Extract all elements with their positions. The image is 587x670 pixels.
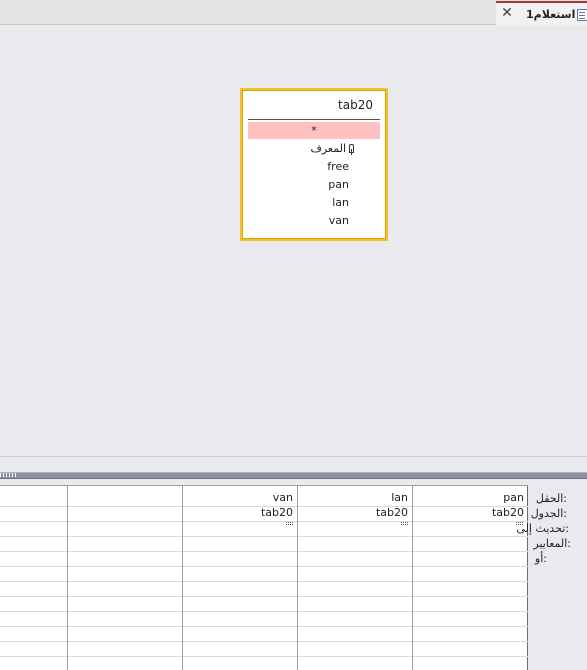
row-label-field: الحقل: — [535, 492, 567, 505]
grid-field-cell[interactable] — [68, 490, 182, 505]
grid-line — [0, 551, 528, 552]
row-label-criteria: المعايير: — [533, 537, 571, 550]
field-all-star[interactable]: * — [248, 122, 380, 139]
field-id[interactable]: المعرف — [248, 140, 380, 157]
field-id-label: المعرف — [310, 142, 346, 155]
grid-line — [0, 566, 528, 567]
row-label-or: أو: — [534, 552, 547, 565]
field-pan[interactable]: pan — [248, 176, 380, 193]
row-label-update-to: تحديث إلى: — [516, 522, 569, 535]
update-indicator-icon[interactable] — [401, 522, 408, 525]
query-tab[interactable]: ✕ استعلام1 — [496, 1, 587, 25]
grid-line — [0, 611, 528, 612]
grid-line — [0, 521, 528, 522]
close-icon[interactable]: ✕ — [500, 6, 514, 20]
grid-column-divider — [67, 485, 68, 670]
grid-line — [0, 656, 528, 657]
grid-line — [0, 536, 528, 537]
row-label-table: الجدول: — [530, 507, 567, 520]
grid-line — [0, 641, 528, 642]
primary-key-icon — [349, 144, 354, 155]
table-name[interactable]: tab20 — [338, 98, 373, 112]
tab-title: استعلام1 — [526, 8, 576, 21]
grid-top-border — [0, 485, 528, 486]
grid-field-cell[interactable] — [0, 490, 67, 505]
query-design-grid[interactable]: pan tab20 lan tab20 van tab20 — [0, 485, 528, 670]
grid-table-cell[interactable]: tab20 — [298, 505, 412, 520]
grid-line — [0, 596, 528, 597]
grid-field-cell[interactable]: van — [183, 490, 297, 505]
field-lan[interactable]: lan — [248, 194, 380, 211]
grid-field-cell[interactable]: pan — [413, 490, 528, 505]
query-design-grid-pane: pan tab20 lan tab20 van tab20 الحقل: الج… — [0, 479, 587, 670]
update-indicator-icon[interactable] — [286, 522, 293, 525]
query-icon — [577, 9, 587, 21]
grid-line — [0, 581, 528, 582]
table-header-divider — [248, 119, 380, 120]
splitter-grip[interactable] — [0, 473, 16, 477]
grid-table-cell[interactable]: tab20 — [183, 505, 297, 520]
pane-splitter[interactable] — [0, 472, 587, 479]
table-field-list[interactable]: tab20 * المعرف free pan lan van — [240, 88, 388, 241]
grid-line — [0, 626, 528, 627]
grid-field-cell[interactable]: lan — [298, 490, 412, 505]
field-van[interactable]: van — [248, 212, 380, 229]
document-tab-strip: ✕ استعلام1 — [0, 0, 587, 25]
field-free[interactable]: free — [248, 158, 380, 175]
grid-table-cell[interactable]: tab20 — [413, 505, 528, 520]
